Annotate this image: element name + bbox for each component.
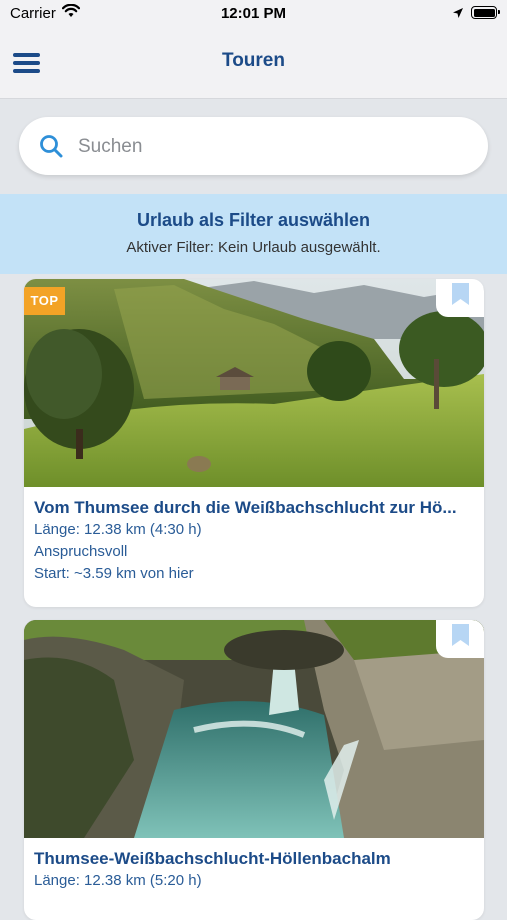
search-bar[interactable] [19,117,488,175]
tour-start-distance: Start: ~3.59 km von hier [34,565,194,582]
tour-card[interactable]: TOP Vom Thumsee durch die Weißbachschluc… [24,279,484,607]
clock: 12:01 PM [220,5,287,22]
page-title: Touren [222,50,285,71]
tour-details: Thumsee-Weißbachschlucht-Höllenbachalm L… [34,848,479,892]
holiday-filter-banner[interactable]: Urlaub als Filter auswählen Aktiver Filt… [0,194,507,274]
tour-difficulty: Anspruchsvoll [34,543,128,560]
tour-title: Vom Thumsee durch die Weißbachschlucht z… [34,498,457,517]
bookmark-button[interactable] [436,279,484,317]
top-badge: TOP [24,287,65,315]
bookmark-icon [452,624,469,646]
filter-status: Aktiver Filter: Kein Urlaub ausgewählt. [126,239,381,256]
search-icon [39,134,65,165]
filter-title: Urlaub als Filter auswählen [136,210,371,230]
bookmark-icon [452,283,469,305]
tour-image-gorge [24,620,484,838]
tour-length: Länge: 12.38 km (5:20 h) [34,872,202,889]
tour-image-meadow [24,279,484,487]
location-arrow-icon [452,6,464,24]
battery-icon [471,6,500,19]
search-input[interactable] [76,131,470,163]
search-section [0,99,507,194]
tour-card[interactable]: Thumsee-Weißbachschlucht-Höllenbachalm L… [24,620,484,920]
tour-length: Länge: 12.38 km (4:30 h) [34,521,202,538]
tour-details: Vom Thumsee durch die Weißbachschlucht z… [34,497,479,585]
tour-title: Thumsee-Weißbachschlucht-Höllenbachalm [34,849,391,868]
bookmark-button[interactable] [436,620,484,658]
navigation-bar: Touren [0,28,507,99]
status-bar: Carrier 12:01 PM [0,0,507,28]
